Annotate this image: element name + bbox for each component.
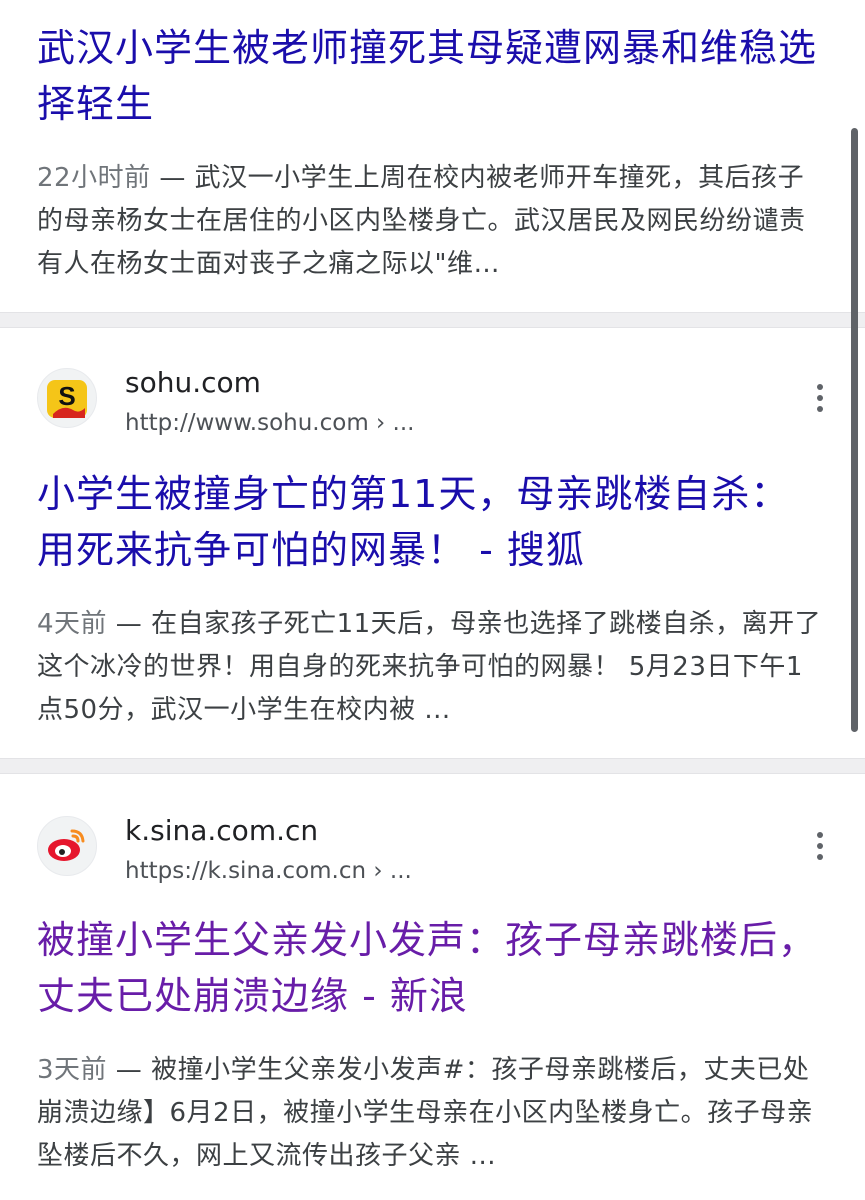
result-date: 4天前 [37, 609, 108, 639]
result-site-url: https://k.sina.com.cn › ... [125, 858, 412, 884]
result-title-link[interactable]: 小学生被撞身亡的第11天，母亲跳楼自杀：用死来抗争可怕的网暴！ - 搜狐 [37, 466, 827, 578]
result-snippet: 3天前 — 被撞小学生父亲发小发声#：孩子母亲跳楼后，丈夫已处崩溃边缘】6月2日… [37, 1049, 827, 1178]
result-site-name: k.sina.com.cn [125, 814, 319, 847]
result-snippet: 4天前 — 在自家孩子死亡11天后，母亲也选择了跳楼自杀，离开了这个冰冷的世界！… [37, 603, 827, 732]
scrollbar[interactable] [851, 128, 858, 732]
result-separator [0, 312, 865, 328]
result-site-name: sohu.com [125, 366, 261, 399]
result-snippet: 22小时前 — 武汉一小学生上周在校内被老师开车撞死，其后孩子的母亲杨女士在居住… [37, 157, 827, 286]
result-title-link[interactable]: 武汉小学生被老师撞死其母疑遭网暴和维稳选择轻生 [37, 20, 827, 132]
result-source-row[interactable]: k.sina.com.cn https://k.sina.com.cn › ..… [37, 814, 827, 894]
result-separator [0, 758, 865, 774]
result-card-1: 武汉小学生被老师撞死其母疑遭网暴和维稳选择轻生 22小时前 — 武汉一小学生上周… [0, 0, 865, 312]
result-card-3: k.sina.com.cn https://k.sina.com.cn › ..… [0, 774, 865, 1200]
search-results-page: 武汉小学生被老师撞死其母疑遭网暴和维稳选择轻生 22小时前 — 武汉一小学生上周… [0, 0, 865, 1200]
result-snippet-text: — 在自家孩子死亡11天后，母亲也选择了跳楼自杀，离开了这个冰冷的世界！用自身的… [37, 609, 822, 725]
sohu-icon: S [37, 368, 97, 428]
weibo-icon [37, 816, 97, 876]
result-snippet-text: — 武汉一小学生上周在校内被老师开车撞死，其后孩子的母亲杨女士在居住的小区内坠楼… [37, 163, 806, 279]
result-date: 22小时前 [37, 163, 151, 193]
more-options-icon[interactable] [805, 378, 835, 418]
svg-text:S: S [58, 381, 75, 411]
result-card-2: S sohu.com http://www.sohu.com › ... 小学生… [0, 328, 865, 758]
result-snippet-text: — 被撞小学生父亲发小发声#：孩子母亲跳楼后，丈夫已处崩溃边缘】6月2日，被撞小… [37, 1055, 814, 1171]
result-title-link[interactable]: 被撞小学生父亲发小发声：孩子母亲跳楼后，丈夫已处崩溃边缘 - 新浪 [37, 912, 827, 1024]
result-site-url: http://www.sohu.com › ... [125, 410, 415, 436]
more-options-icon[interactable] [805, 826, 835, 866]
result-date: 3天前 [37, 1055, 108, 1085]
result-source-row[interactable]: S sohu.com http://www.sohu.com › ... [37, 366, 827, 446]
